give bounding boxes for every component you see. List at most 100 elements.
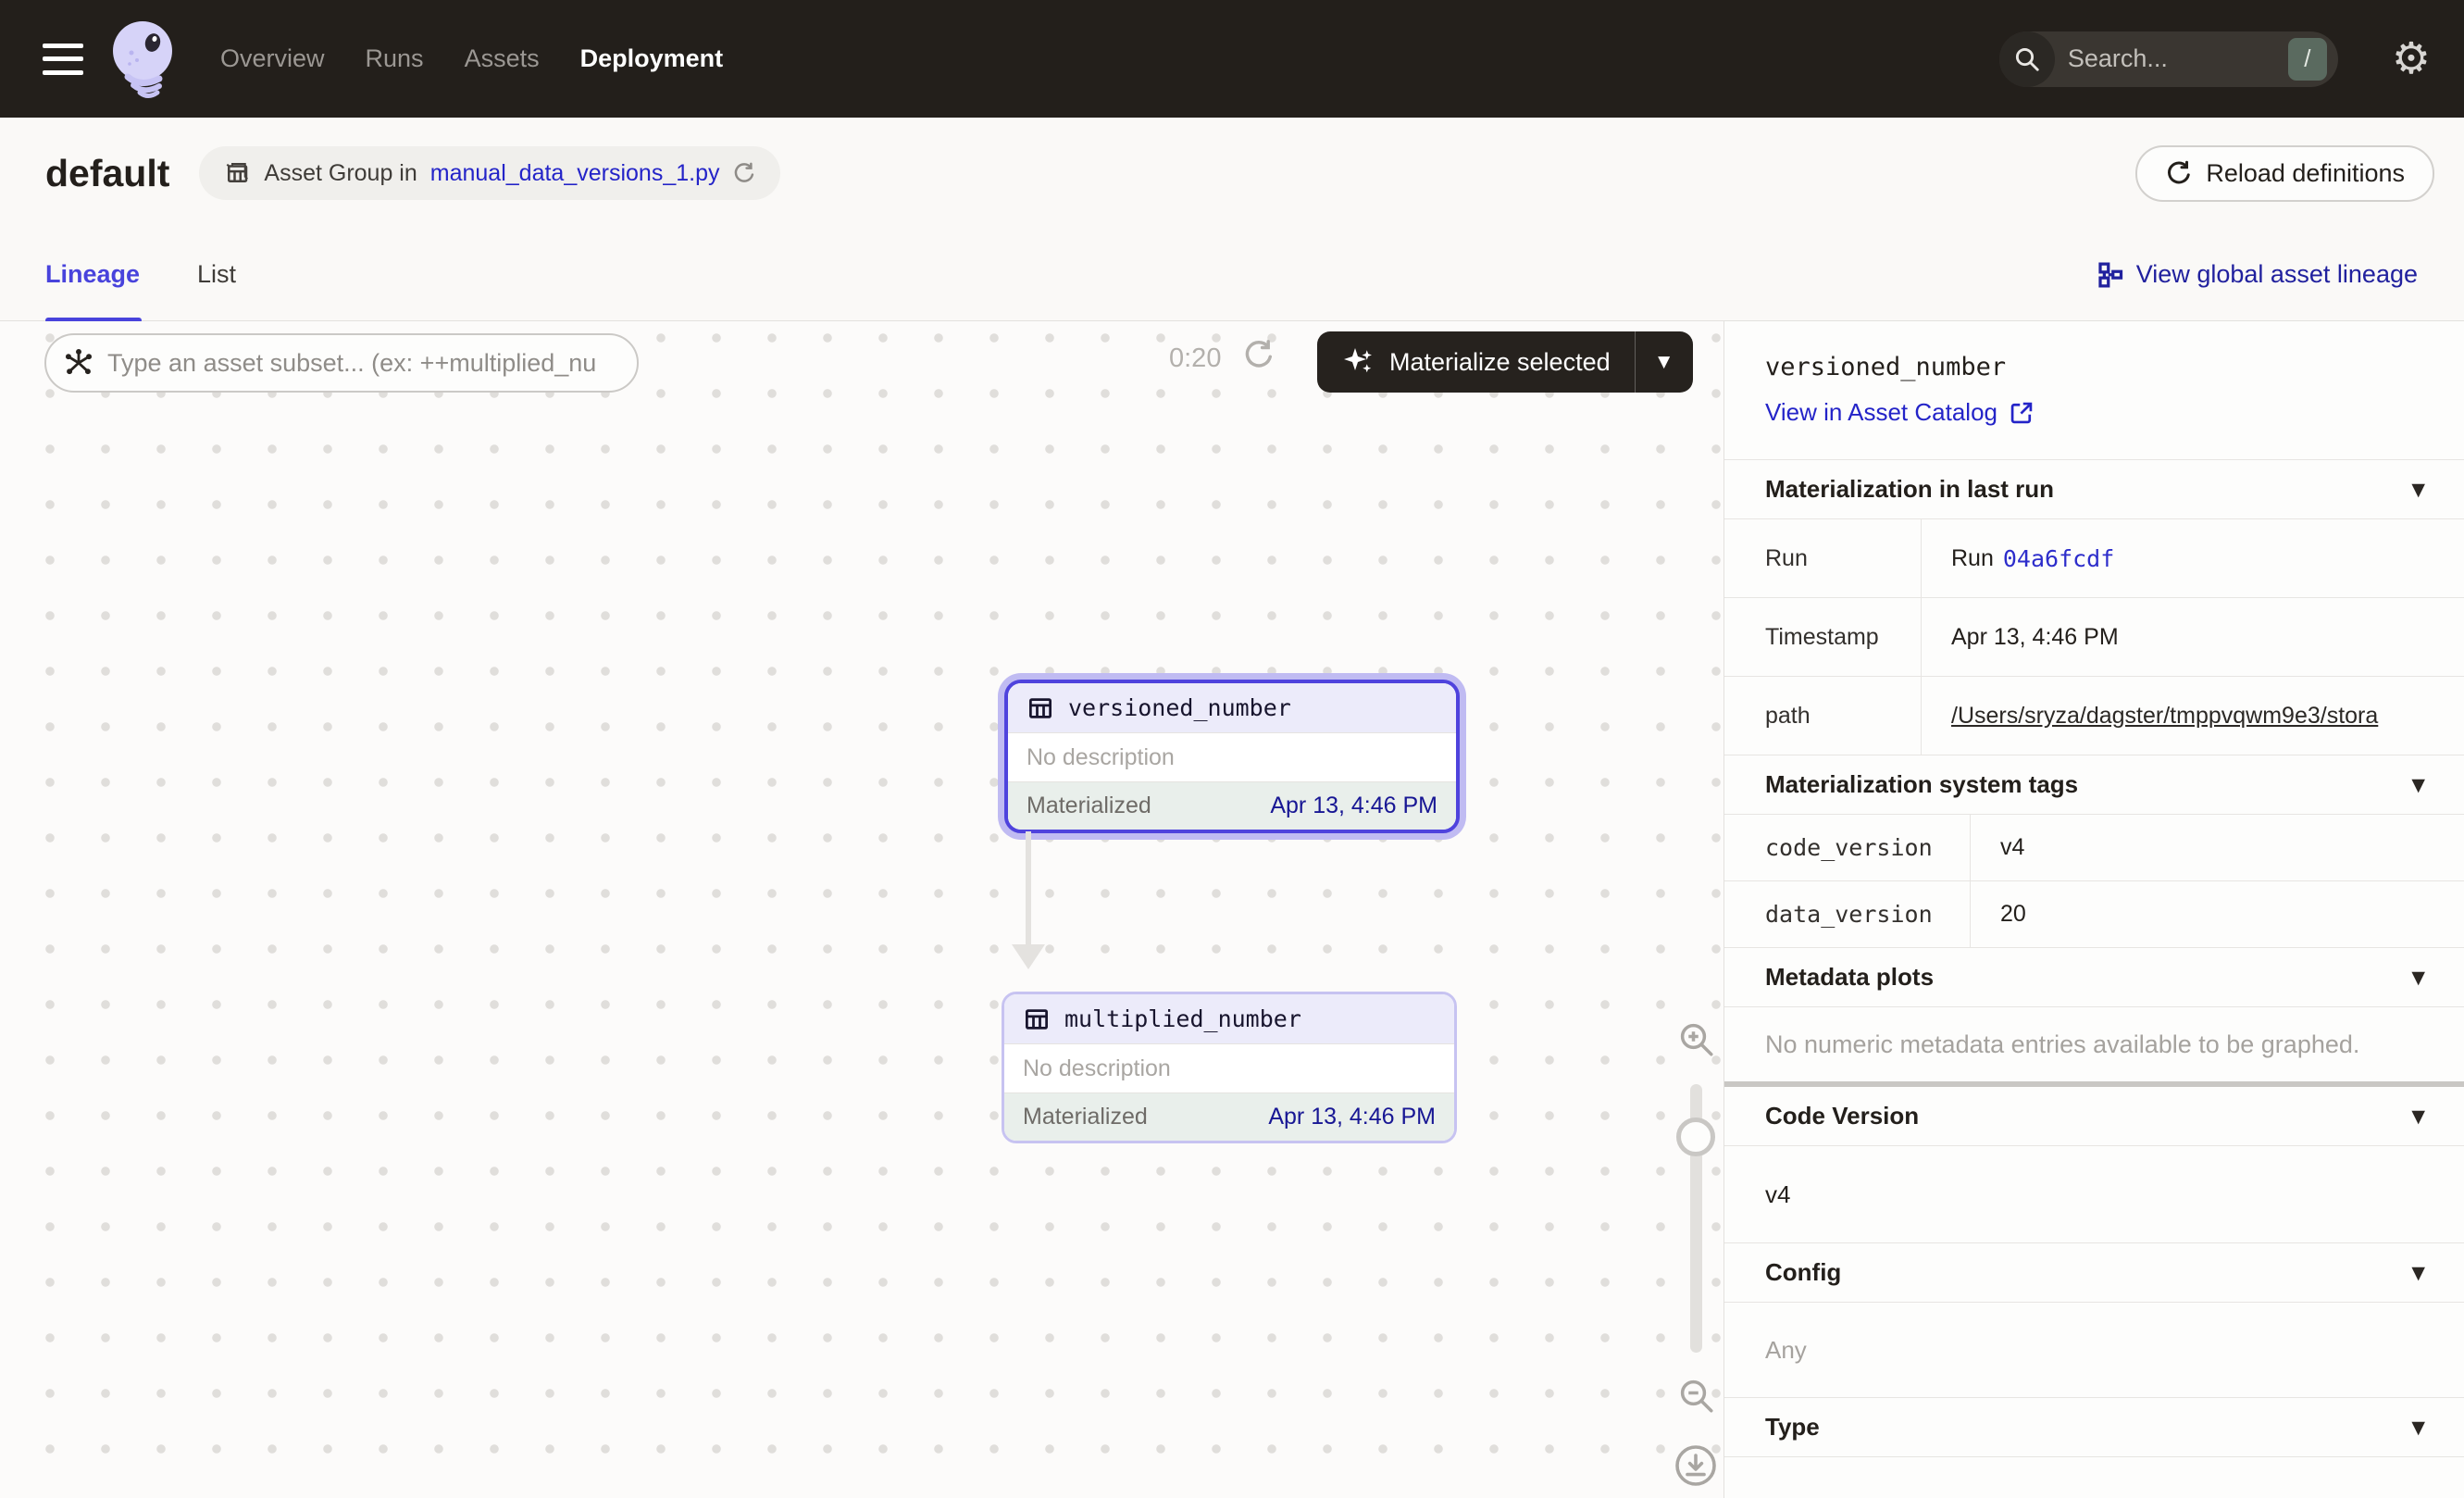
collapse-caret-icon[interactable]: ▼ (2411, 480, 2425, 500)
collapse-caret-icon[interactable]: ▼ (2411, 967, 2425, 988)
tab-list[interactable]: List (197, 229, 236, 320)
asset-group-chip: Asset Group in manual_data_versions_1.py (199, 146, 780, 200)
asset-node-status: Materialized (1027, 793, 1151, 819)
zoom-in-icon[interactable] (1677, 1020, 1716, 1059)
graph-refresh-icon[interactable] (1242, 338, 1276, 371)
section-type[interactable]: Type ▼ (1724, 1398, 2464, 1457)
dagster-logo[interactable] (109, 19, 180, 99)
reload-definitions-label: Reload definitions (2206, 159, 2405, 188)
timestamp-row: Timestamp Apr 13, 4:46 PM (1724, 598, 2464, 677)
code-version-value: v4 (1724, 1146, 2464, 1243)
download-graph-icon[interactable] (1674, 1443, 1718, 1488)
asset-node-versioned-number[interactable]: versioned_number No description Material… (1004, 680, 1460, 833)
gear-icon[interactable]: ⚙ (2392, 37, 2431, 81)
reload-icon (2165, 159, 2193, 187)
view-in-asset-catalog-label: View in Asset Catalog (1765, 398, 1997, 427)
zoom-out-icon[interactable] (1677, 1377, 1716, 1416)
asset-group-icon (223, 159, 251, 187)
section-metadata-plots[interactable]: Metadata plots ▼ (1724, 948, 2464, 1007)
asset-details-panel: versioned_number View in Asset Catalog M… (1724, 321, 2464, 1498)
path-row-label: path (1724, 677, 1922, 755)
reload-definitions-button[interactable]: Reload definitions (2135, 145, 2434, 202)
lineage-graph-canvas[interactable]: 0:20 Materialize selected ▼ (0, 321, 1724, 1498)
nav-item-runs[interactable]: Runs (366, 44, 424, 73)
section-config[interactable]: Config ▼ (1724, 1243, 2464, 1303)
lineage-edge (1026, 831, 1031, 944)
section-materialization-system-tags[interactable]: Materialization system tags ▼ (1724, 755, 2464, 815)
tabs-row: Lineage List View global asset lineage (0, 229, 2464, 321)
hamburger-menu-icon[interactable] (43, 44, 83, 75)
collapse-caret-icon[interactable]: ▼ (2411, 1263, 2425, 1283)
sparkle-icon (1341, 345, 1375, 379)
asset-group-file-link[interactable]: manual_data_versions_1.py (430, 160, 720, 187)
section-materialization-last-run[interactable]: Materialization in last run ▼ (1724, 460, 2464, 519)
top-navigation-bar: Overview Runs Assets Deployment / ⚙ (0, 0, 2464, 118)
data-version-tag-row: data_version 20 (1724, 881, 2464, 948)
collapse-caret-icon[interactable]: ▼ (2411, 1106, 2425, 1127)
asset-node-description: No description (1004, 1043, 1454, 1093)
section-code-version[interactable]: Code Version ▼ (1724, 1087, 2464, 1146)
nav-item-deployment[interactable]: Deployment (580, 44, 724, 73)
lineage-icon (2096, 261, 2123, 289)
run-id-link[interactable]: 04a6fcdf (2003, 545, 2114, 572)
run-row-label: Run (1724, 519, 1922, 597)
section-header-label: Materialization in last run (1765, 475, 2054, 504)
asset-subset-input[interactable] (44, 333, 639, 393)
section-header-label: Materialization system tags (1765, 770, 2078, 799)
tab-lineage[interactable]: Lineage (45, 229, 140, 320)
materialize-dropdown-caret[interactable]: ▼ (1636, 331, 1693, 393)
external-link-icon (2009, 400, 2035, 426)
timestamp-value: Apr 13, 4:46 PM (1922, 598, 2464, 676)
path-row: path /Users/sryza/dagster/tmppvqwm9e3/st… (1724, 677, 2464, 755)
materialize-selected-label: Materialize selected (1389, 348, 1611, 377)
asset-group-chip-text: Asset Group in (264, 160, 417, 187)
metadata-plots-empty-text: No numeric metadata entries available to… (1724, 1007, 2464, 1081)
lineage-edge-arrowhead (1012, 944, 1045, 969)
search-shortcut-badge: / (2288, 38, 2327, 81)
timestamp-row-label: Timestamp (1724, 598, 1922, 676)
search-icon (1999, 31, 2055, 87)
section-header-label: Code Version (1765, 1102, 1919, 1130)
view-in-asset-catalog-link[interactable]: View in Asset Catalog (1765, 398, 2035, 427)
run-row: Run Run 04a6fcdf (1724, 519, 2464, 598)
zoom-slider-thumb[interactable] (1676, 1117, 1715, 1156)
asset-node-description: No description (1008, 732, 1456, 782)
nav-items: Overview Runs Assets Deployment (220, 44, 723, 73)
asset-selector-icon (63, 347, 94, 379)
asset-node-status: Materialized (1023, 1104, 1148, 1130)
tab-list-label: List (197, 260, 236, 289)
collapse-caret-icon[interactable]: ▼ (2411, 775, 2425, 795)
data-version-tag-label: data_version (1724, 881, 1971, 947)
asset-node-name: multiplied_number (1064, 1005, 1301, 1032)
refresh-timer: 0:20 (1169, 343, 1221, 374)
table-icon (1027, 694, 1054, 722)
main-content: 0:20 Materialize selected ▼ (0, 321, 2464, 1498)
asset-node-name: versioned_number (1068, 694, 1291, 721)
view-global-asset-lineage-label: View global asset lineage (2136, 260, 2418, 289)
search-input[interactable] (2055, 44, 2288, 73)
config-value: Any (1724, 1303, 2464, 1398)
data-version-tag-value: 20 (1971, 881, 2464, 947)
code-version-tag-label: code_version (1724, 815, 1971, 880)
section-header-label: Type (1765, 1413, 1820, 1442)
asset-node-timestamp-link[interactable]: Apr 13, 4:46 PM (1270, 793, 1437, 819)
global-search[interactable]: / (1999, 31, 2338, 87)
code-version-tag-value: v4 (1971, 815, 2464, 880)
materialize-selected-button[interactable]: Materialize selected ▼ (1317, 331, 1693, 393)
tab-lineage-label: Lineage (45, 260, 140, 289)
nav-item-overview[interactable]: Overview (220, 44, 325, 73)
view-global-asset-lineage-link[interactable]: View global asset lineage (2096, 260, 2418, 289)
path-link[interactable]: /Users/sryza/dagster/tmppvqwm9e3/stora (1951, 703, 2378, 730)
code-version-tag-row: code_version v4 (1724, 815, 2464, 881)
page-header: default Asset Group in manual_data_versi… (0, 118, 2464, 229)
run-prefix: Run (1951, 545, 1994, 572)
chip-reload-icon[interactable] (732, 161, 756, 185)
asset-node-multiplied-number[interactable]: multiplied_number No description Materia… (1002, 992, 1457, 1143)
panel-asset-name: versioned_number (1765, 353, 2464, 381)
asset-node-timestamp-link[interactable]: Apr 13, 4:46 PM (1268, 1104, 1436, 1130)
nav-item-assets[interactable]: Assets (465, 44, 540, 73)
table-icon (1023, 1005, 1051, 1033)
collapse-caret-icon[interactable]: ▼ (2411, 1417, 2425, 1438)
page-title: default (45, 152, 169, 195)
section-header-label: Config (1765, 1258, 1841, 1287)
